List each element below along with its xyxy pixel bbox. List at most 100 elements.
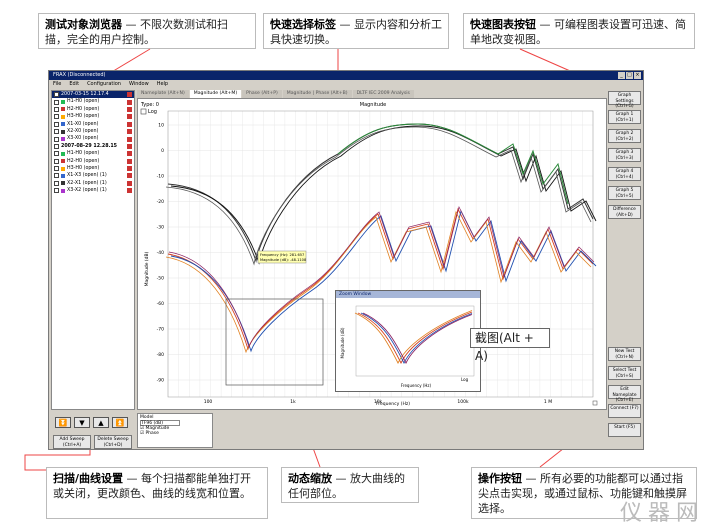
sweep-item[interactable]: H1-H0 (open) (52, 98, 134, 105)
graph-2-button[interactable]: Graph 2 (Ctrl+2) (608, 129, 641, 143)
move-down-icon[interactable]: ▼ (74, 417, 90, 428)
graph-3-button[interactable]: Graph 3 (Ctrl+3) (608, 148, 641, 162)
add-sweep-button[interactable]: Add Sweep (Ctrl+A) (53, 435, 91, 449)
tab-phase[interactable]: Phase (Alt+P) (242, 90, 282, 98)
menu-window[interactable]: Window (129, 80, 149, 88)
sweep-color-swatch[interactable] (61, 166, 65, 171)
graph-1-button[interactable]: Graph 1 (Ctrl+1) (608, 110, 641, 124)
remove-sweep-icon[interactable] (127, 129, 132, 135)
sweep-color-swatch[interactable] (61, 159, 65, 164)
log-checkbox[interactable] (140, 108, 147, 115)
remove-sweep-icon[interactable] (127, 166, 132, 172)
sweep-color-swatch[interactable] (61, 173, 65, 178)
delete-sweep-button[interactable]: Delete Sweep (Ctrl+D) (94, 435, 132, 449)
sweep-item[interactable]: H2-H0 (open) (52, 158, 134, 165)
menu-configuration[interactable]: Configuration (87, 80, 121, 88)
connect-button[interactable]: Connect (F7) (608, 404, 641, 418)
remove-sweep-icon[interactable] (127, 143, 132, 149)
sweep-trace[interactable] (337, 123, 569, 205)
minimize-icon[interactable]: _ (618, 72, 625, 79)
log-checkbox-bottom[interactable] (592, 400, 598, 406)
callout-graph-buttons: 快速图表按钮 — 可编程图表设置可迅速、简单地改变视图。 (463, 13, 695, 49)
sweep-checkbox[interactable] (54, 92, 59, 98)
sweep-checkbox[interactable] (54, 166, 59, 172)
remove-sweep-icon[interactable] (127, 151, 132, 157)
sweep-color-swatch[interactable] (61, 107, 65, 112)
new-test-button[interactable]: New Test (Ctrl+N) (608, 347, 641, 361)
menu-help[interactable]: Help (157, 80, 168, 88)
remove-sweep-icon[interactable] (127, 173, 132, 179)
move-up-icon[interactable]: ▲ (93, 417, 109, 428)
sweep-color-swatch[interactable] (61, 151, 65, 156)
remove-sweep-icon[interactable] (127, 114, 132, 120)
sweep-label: H3-H0 (open) (67, 114, 100, 120)
zoom-selection-box[interactable] (225, 298, 324, 386)
sweep-trace[interactable] (170, 125, 597, 265)
remove-sweep-icon[interactable] (127, 158, 132, 164)
sweep-checkbox[interactable] (54, 151, 59, 157)
sweep-color-swatch[interactable] (61, 181, 65, 186)
sweep-checkbox[interactable] (54, 188, 59, 194)
tab-nameplate[interactable]: Nameplate (Alt+N) (137, 90, 189, 98)
graph-5-button[interactable]: Graph 5 (Ctrl+5) (608, 186, 641, 200)
sweep-checkbox[interactable] (54, 143, 59, 149)
sweep-checkbox[interactable] (54, 121, 59, 127)
sweep-checkbox[interactable] (54, 180, 59, 186)
sweep-label: X3-X2 (open) (1) (67, 188, 107, 194)
sweep-item[interactable]: H1-H0 (open) (52, 150, 134, 157)
zoom-ylabel: Magnitude (dB) (340, 327, 345, 358)
sweep-item[interactable]: X1-X3 (open) (1) (52, 172, 134, 179)
tab-magnitude[interactable]: Magnitude (Alt+M) (189, 90, 242, 98)
remove-sweep-icon[interactable] (127, 121, 132, 127)
remove-sweep-icon[interactable] (127, 106, 132, 112)
sweep-checkbox[interactable] (54, 99, 59, 105)
tab-dltf-analysis[interactable]: DLTF IEC 2009 Analysis (352, 90, 414, 98)
title-bar: FRAX (Disconnected) _ □ × (49, 71, 643, 80)
menu-edit[interactable]: Edit (69, 80, 79, 88)
remove-sweep-icon[interactable] (127, 136, 132, 142)
sweep-color-swatch[interactable] (61, 129, 65, 134)
sweep-checkbox[interactable] (54, 173, 59, 179)
sweep-item[interactable]: X3-X0 (open) (52, 135, 134, 142)
select-test-button[interactable]: Select Test (Ctrl+S) (608, 366, 641, 380)
sweep-checkbox[interactable] (54, 136, 59, 142)
sweep-item[interactable]: X2-X1 (open) (1) (52, 180, 134, 187)
sweep-color-swatch[interactable] (61, 137, 65, 142)
sweep-color-swatch[interactable] (61, 100, 65, 105)
close-icon[interactable]: × (634, 72, 641, 79)
test-group-header[interactable]: 2007-08-29 12.28.15 (52, 143, 134, 150)
tab-magnitude-phase[interactable]: Magnitude | Phase (Alt+B) (282, 90, 352, 98)
sweep-item[interactable]: H3-H0 (open) (52, 113, 134, 120)
remove-sweep-icon[interactable] (127, 99, 132, 105)
remove-sweep-icon[interactable] (127, 180, 132, 186)
remove-sweep-icon[interactable] (127, 92, 132, 98)
difference-button[interactable]: Difference (Alt+D) (608, 205, 641, 219)
sweep-color-swatch[interactable] (61, 114, 65, 119)
sweep-item[interactable]: X3-X2 (open) (1) (52, 187, 134, 194)
sweep-checkbox[interactable] (54, 158, 59, 164)
sweep-item[interactable]: H3-H0 (open) (52, 165, 134, 172)
sweep-color-swatch[interactable] (61, 122, 65, 127)
graph-4-button[interactable]: Graph 4 (Ctrl+4) (608, 167, 641, 181)
sweep-item[interactable]: X1-X0 (open) (52, 121, 134, 128)
sweep-label: H1-H0 (open) (67, 151, 100, 157)
remove-sweep-icon[interactable] (127, 188, 132, 194)
sweep-item[interactable]: H2-H0 (open) (52, 106, 134, 113)
graph-settings-button[interactable]: Graph Settings (Ctrl+G) (608, 91, 641, 109)
menu-file[interactable]: File (53, 80, 61, 88)
move-bottom-icon[interactable]: ⏬ (55, 417, 71, 428)
sweep-checkbox[interactable] (54, 114, 59, 120)
move-top-icon[interactable]: ⏫ (112, 417, 128, 428)
sweep-checkbox[interactable] (54, 106, 59, 112)
sweep-item[interactable]: X2-X0 (open) (52, 128, 134, 135)
model-item-phase[interactable]: ☑ Phase (140, 431, 210, 436)
maximize-icon[interactable]: □ (626, 72, 633, 79)
sweep-color-swatch[interactable] (61, 188, 65, 193)
sweep-trace[interactable] (165, 126, 592, 266)
edit-nameplate-button[interactable]: Edit Nameplate (Ctrl+E) (608, 385, 641, 403)
right-button-panel: Graph Settings (Ctrl+G) Graph 1 (Ctrl+1) G… (608, 91, 641, 442)
start-button[interactable]: Start (F5) (608, 423, 641, 437)
test-group-header[interactable]: 2007-03-15 12.17.4 (52, 91, 134, 99)
sweep-checkbox[interactable] (54, 129, 59, 135)
zoom-window[interactable]: Zoom Window Magnitude (dB) Frequency (Hz… (335, 290, 481, 392)
